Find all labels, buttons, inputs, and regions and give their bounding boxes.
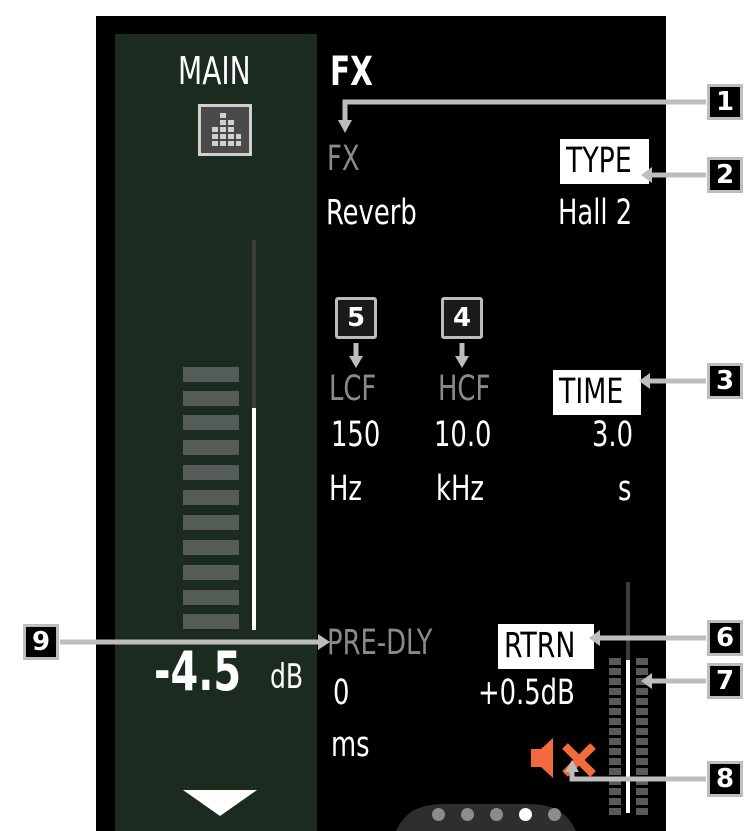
callout-6: 6: [707, 620, 743, 656]
callout-lines: [60, 99, 706, 782]
callout-4: 4: [441, 297, 483, 339]
callout-7: 7: [707, 663, 743, 699]
callout-2: 2: [707, 157, 743, 193]
callout-9: 9: [23, 624, 59, 660]
callout-8: 8: [707, 761, 743, 797]
callout-5: 5: [335, 297, 377, 339]
callout-1: 1: [707, 84, 743, 120]
callout-3: 3: [707, 363, 743, 399]
